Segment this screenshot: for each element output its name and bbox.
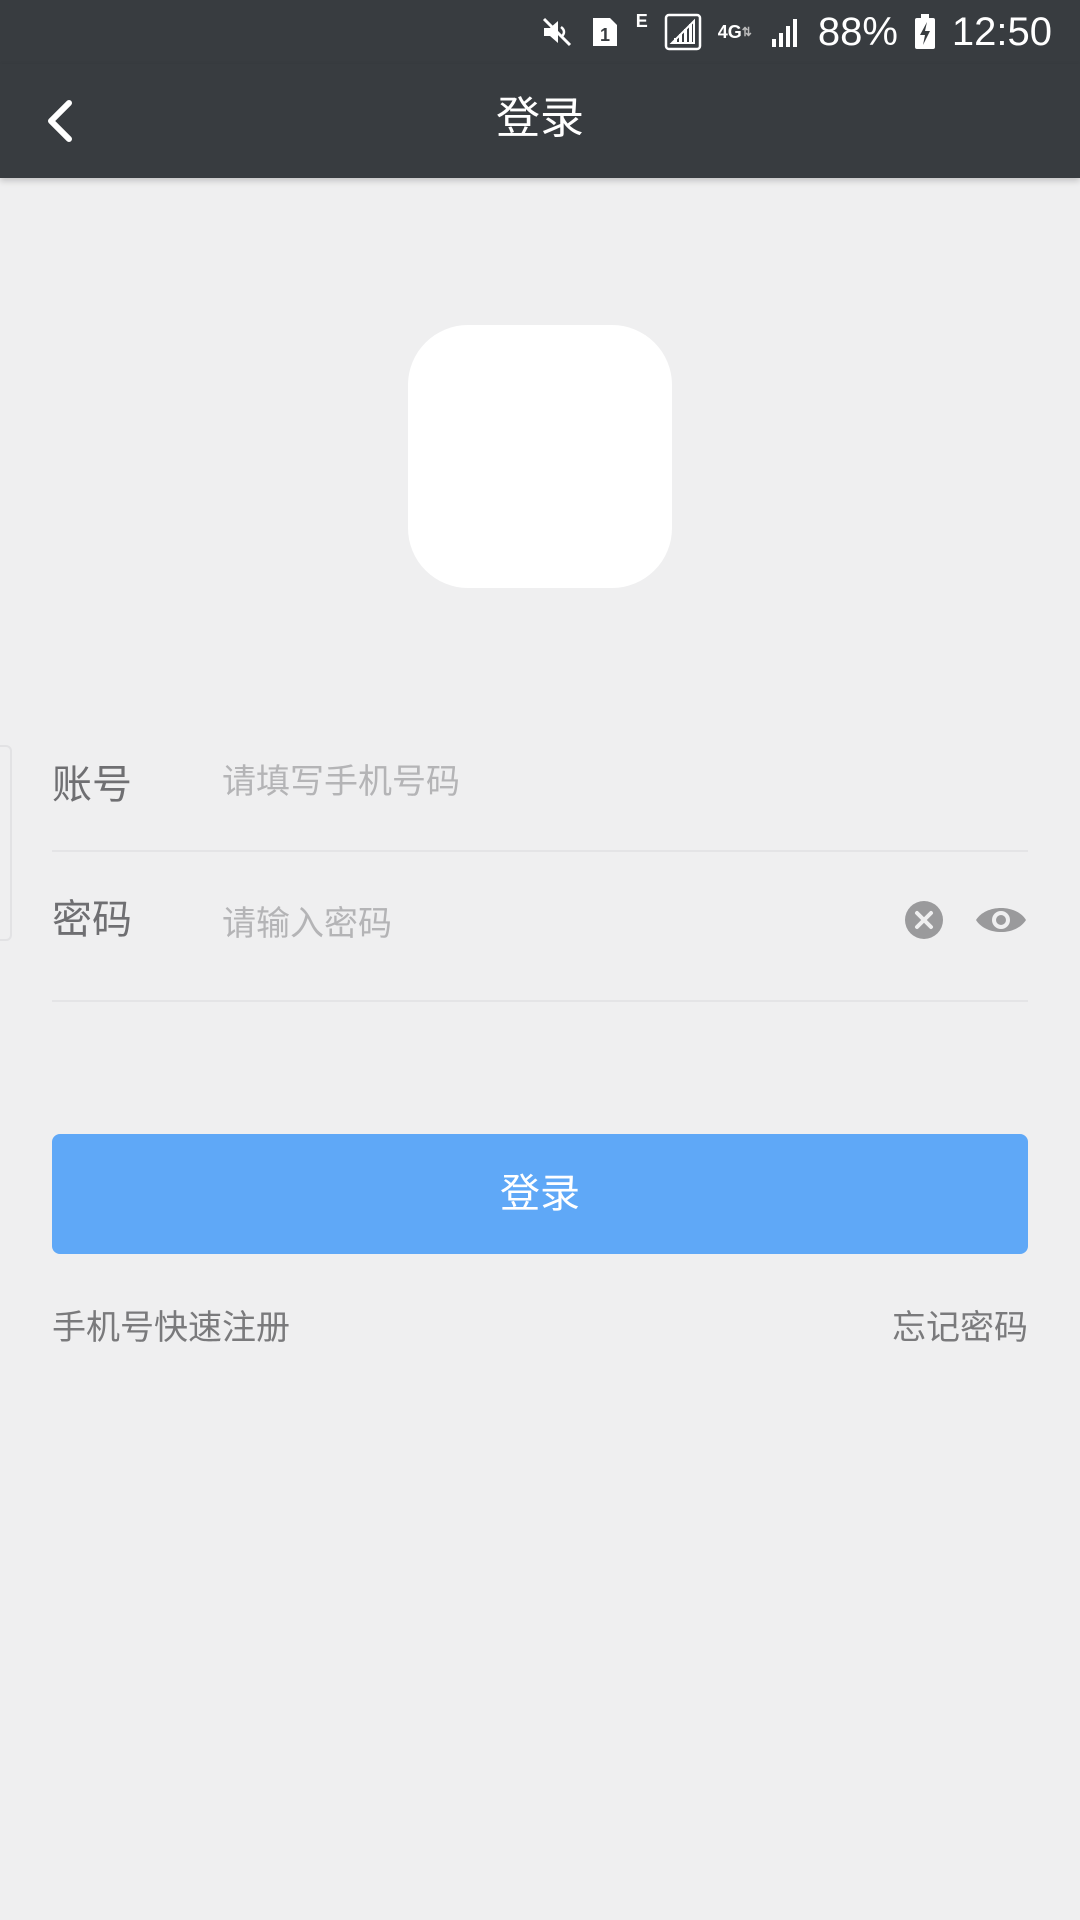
signal-icon	[768, 15, 802, 49]
network-4g-indicator: 4G ⇅	[717, 22, 752, 42]
battery-charging-icon	[914, 14, 936, 50]
status-icons: 1 E 4G ⇅ 88% 12:50	[540, 0, 1052, 64]
app-logo	[408, 325, 672, 588]
password-input[interactable]	[222, 894, 782, 954]
account-label: 账号	[52, 762, 132, 808]
sim-slot-number: 1	[600, 25, 610, 45]
network-4g-label: 4G	[717, 22, 742, 42]
battery-percent: 88%	[817, 10, 898, 54]
status-bar: 1 E 4G ⇅ 88% 12:50	[0, 0, 1080, 64]
register-link[interactable]: 手机号快速注册	[52, 1300, 290, 1349]
clear-icon[interactable]	[904, 900, 944, 940]
side-drawer-handle	[0, 745, 12, 941]
forgot-password-link[interactable]: 忘记密码	[892, 1300, 1028, 1349]
login-button[interactable]: 登录	[52, 1134, 1028, 1254]
mute-icon	[540, 15, 574, 49]
nav-bar: 登录	[0, 64, 1080, 178]
eye-icon[interactable]	[974, 902, 1028, 938]
data-arrows-icon: ⇅	[741, 25, 752, 39]
network-type-label: E	[635, 10, 648, 31]
login-screen: 1 E 4G ⇅ 88% 12:50 登录 账号 请填写手机号码 密码 登录 手…	[0, 0, 1080, 1920]
password-row: 密码	[52, 852, 1028, 1002]
account-input[interactable]	[222, 752, 782, 812]
clock: 12:50	[951, 10, 1052, 54]
password-label: 密码	[52, 897, 132, 943]
sim-icon: 1	[590, 15, 620, 49]
signal-icon	[664, 13, 702, 51]
page-title: 登录	[496, 93, 584, 144]
account-row: 账号	[52, 722, 1028, 852]
